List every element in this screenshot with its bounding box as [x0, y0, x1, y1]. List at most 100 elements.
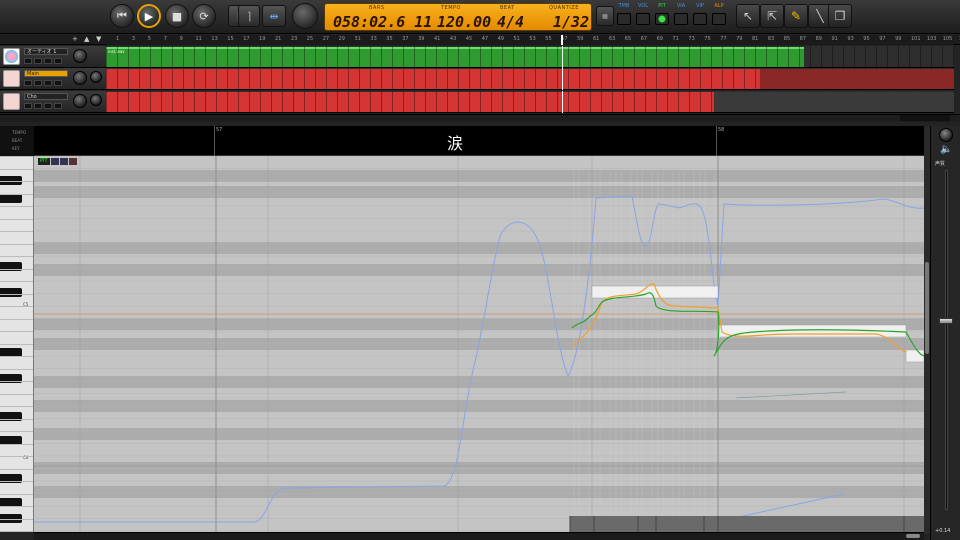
move-down-icon[interactable]: ▼ — [96, 35, 101, 43]
select-tool-button[interactable]: ⇱ — [760, 4, 784, 28]
track-pan-knob[interactable] — [90, 71, 102, 83]
quality-label: 声質 — [935, 161, 946, 167]
param-toggle-vip[interactable] — [693, 13, 707, 25]
black-key[interactable] — [0, 262, 22, 271]
track-mini-button[interactable] — [34, 80, 42, 86]
white-key-divider — [0, 331, 33, 332]
quantize-value[interactable]: 1/32 — [553, 13, 589, 31]
zoom-slider-thumb[interactable] — [906, 534, 920, 538]
row-dark — [34, 264, 924, 276]
track-mini-button[interactable] — [24, 58, 32, 64]
play-button[interactable]: ▶ — [137, 4, 161, 28]
white-key-divider — [0, 156, 33, 157]
track-lane-2[interactable] — [106, 68, 954, 90]
white-key-divider — [0, 468, 33, 470]
pencil-tool-button[interactable]: ✎ — [784, 4, 808, 28]
param-tab-via[interactable]: VIA — [672, 3, 690, 9]
param-tab-tmb[interactable]: TMB — [615, 3, 633, 9]
track-mini-button[interactable] — [34, 103, 42, 109]
black-key[interactable] — [0, 412, 22, 421]
piano-roll-grid[interactable]: PIT — [34, 156, 924, 532]
quality-slider-handle[interactable] — [939, 318, 953, 324]
param-toggle-tmb[interactable] — [617, 13, 631, 25]
ruler-number: 79 — [736, 36, 743, 42]
track-header-3[interactable]: Cho — [0, 91, 106, 113]
horizontal-scrollbar[interactable] — [34, 532, 924, 540]
track-name[interactable]: Cho — [24, 93, 68, 100]
track-name[interactable]: オーディオ 1 — [24, 48, 68, 55]
track-volume-knob[interactable] — [73, 49, 87, 63]
param-toggle-pit[interactable] — [655, 13, 669, 25]
track-mini-button[interactable] — [44, 103, 52, 109]
bars-value: 058:02.6 11 — [333, 13, 433, 31]
vertical-scroll-thumb[interactable] — [925, 262, 929, 354]
white-key-divider — [0, 318, 33, 320]
pitch-option-1[interactable] — [50, 158, 59, 165]
param-toggle-alp[interactable] — [712, 13, 726, 25]
ruler-number: 47 — [481, 36, 489, 42]
move-up-icon[interactable]: ▲ — [84, 35, 89, 43]
bar-number: 57 — [216, 127, 223, 133]
pitch-option-3[interactable] — [68, 158, 77, 165]
row-dark — [34, 170, 924, 182]
track-mini-button[interactable] — [54, 80, 62, 86]
loop-button[interactable]: ⟳ — [192, 4, 216, 28]
track-lane-1[interactable]: inst.wav — [106, 46, 954, 68]
ruler-number: 41 — [434, 36, 441, 42]
add-track-icon[interactable]: + — [72, 35, 78, 43]
param-tab-alp[interactable]: ALP — [710, 3, 728, 9]
loop-end-button[interactable]: ⌉ — [238, 5, 260, 27]
lyric-text: 涙 — [446, 134, 463, 153]
ruler-number: 49 — [497, 36, 504, 42]
auto-scroll-button[interactable]: ⇹ — [262, 5, 286, 27]
param-tab-vip[interactable]: VIP — [691, 3, 709, 9]
song-ruler[interactable]: 1 3 5 7 9 11 13 15 17 19 21 23 25 27 29 31 33 35 37 39 41 43 4… — [106, 35, 960, 45]
black-key[interactable] — [0, 194, 22, 203]
track-volume-knob[interactable] — [73, 94, 87, 108]
scrub-knob[interactable] — [292, 3, 318, 29]
pointer-tool-button[interactable]: ↖ — [736, 4, 760, 28]
ruler-number: 33 — [370, 36, 377, 42]
quality-slider-track[interactable] — [945, 170, 948, 510]
playhead-marker[interactable] — [561, 35, 563, 45]
ruler-number: 75 — [704, 36, 711, 42]
ruler-number: 53 — [529, 36, 536, 42]
ruler-number: 55 — [545, 36, 552, 42]
white-key-divider — [0, 443, 33, 445]
track-volume-knob[interactable] — [73, 71, 87, 85]
track-mini-button[interactable] — [54, 103, 62, 109]
track-mini-button[interactable] — [24, 103, 32, 109]
track-mini-button[interactable] — [54, 58, 62, 64]
quality-knob[interactable] — [939, 128, 953, 142]
track-mini-button[interactable] — [34, 58, 42, 64]
grid-icon: ▦ — [602, 12, 608, 20]
track-header-2[interactable]: Main — [0, 68, 106, 90]
black-key[interactable] — [0, 288, 22, 297]
param-toggle-vol[interactable] — [636, 13, 650, 25]
pitch-tab[interactable]: PIT — [38, 158, 50, 165]
track-zoom-slider[interactable] — [900, 115, 950, 121]
track-lane-3[interactable] — [106, 91, 954, 113]
track-name[interactable]: Main — [24, 70, 68, 77]
ruler-number: 11 — [195, 36, 202, 42]
stop-button[interactable]: ■ — [165, 4, 189, 28]
window-tool-button[interactable]: ❐ — [828, 4, 852, 28]
track-pan-knob[interactable] — [90, 94, 102, 106]
voice-quality-panel: 🔈 声質 +0.14 — [930, 126, 960, 540]
param-tab-pit[interactable]: PIT — [653, 3, 671, 9]
track-mini-button[interactable] — [44, 58, 52, 64]
settings-button[interactable]: ▦ — [596, 6, 614, 26]
piano-keyboard[interactable]: C5 C4 — [0, 156, 34, 532]
track-scrollbar[interactable] — [0, 114, 960, 122]
track-header-1[interactable]: オーディオ 1 — [0, 46, 106, 68]
track-mini-button[interactable] — [24, 80, 32, 86]
track-mini-button[interactable] — [44, 80, 52, 86]
pitch-canvas[interactable] — [34, 156, 924, 532]
row-light — [34, 443, 924, 456]
ruler-number: 99 — [895, 36, 902, 42]
speaker-icon[interactable]: 🔈 — [940, 144, 952, 155]
param-tab-vol[interactable]: VOL — [634, 3, 652, 9]
pitch-option-2[interactable] — [59, 158, 68, 165]
param-toggle-via[interactable] — [674, 13, 688, 25]
rewind-button[interactable]: ⏮ — [110, 4, 134, 28]
